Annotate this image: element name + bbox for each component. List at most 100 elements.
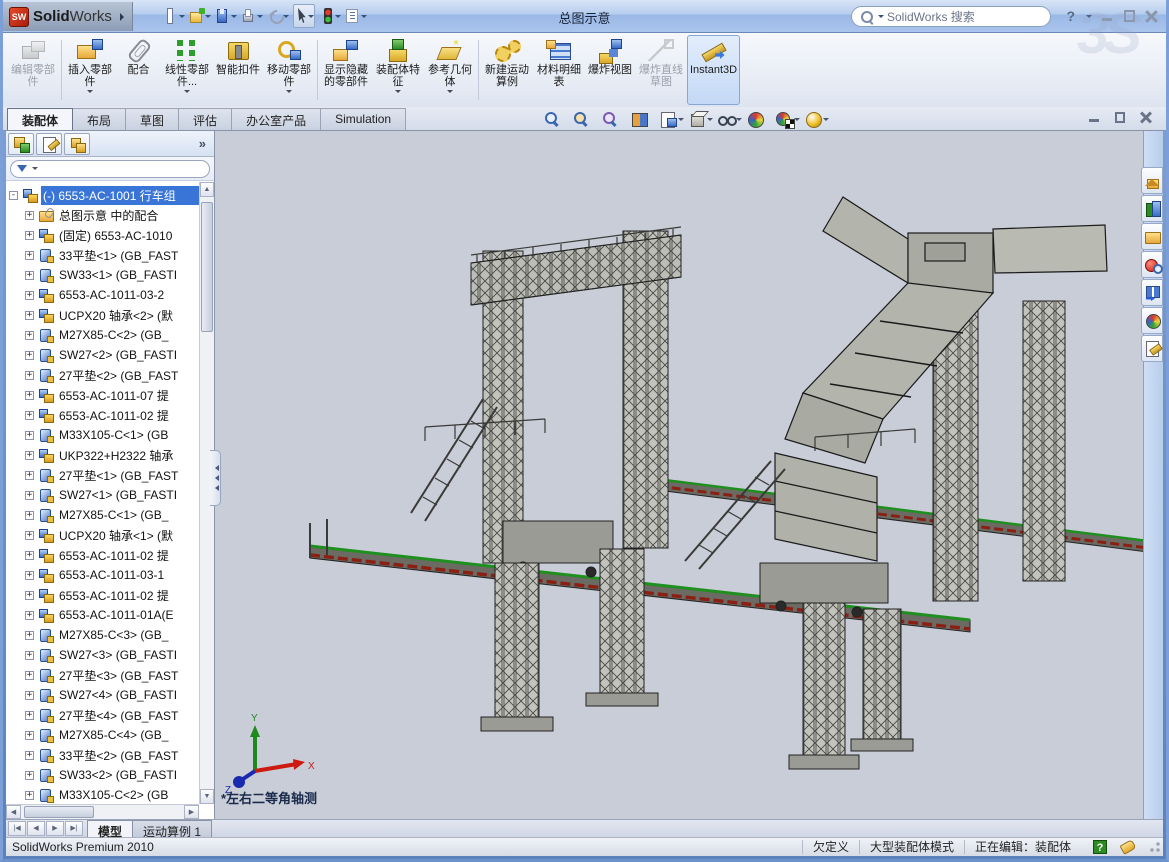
panel-tab[interactable] (64, 133, 90, 155)
tree-item[interactable]: + SW27<1> (GB_FASTI (6, 485, 199, 505)
scroll-thumb[interactable] (24, 806, 94, 818)
tree-item[interactable]: + SW27<3> (GB_FASTI (6, 645, 199, 665)
ribbon-button[interactable]: Instant3D (687, 35, 740, 105)
dropdown-arrow-icon[interactable] (678, 110, 685, 128)
ribbon-button[interactable]: 参考几何体 (424, 35, 476, 105)
dropdown-arrow-icon[interactable] (736, 110, 743, 128)
dropdown-arrow-icon[interactable] (447, 90, 453, 96)
ribbon-button[interactable]: 显示隐藏的零部件 (320, 35, 372, 105)
view-tool-button[interactable] (746, 110, 772, 128)
tab-nav-button[interactable]: |◀ (8, 821, 26, 836)
task-pane-tab[interactable] (1141, 251, 1163, 278)
expand-toggle[interactable]: + (25, 291, 34, 300)
tree-item[interactable]: + 总图示意 中的配合 (6, 205, 199, 225)
left-crane-tower[interactable] (471, 227, 681, 563)
tree-item[interactable]: + SW27<2> (GB_FASTI (6, 345, 199, 365)
command-tab[interactable]: 办公室产品 (231, 108, 321, 130)
expand-toggle[interactable]: + (25, 631, 34, 640)
resize-grip[interactable] (1148, 841, 1161, 854)
tree-item[interactable]: + 27平垫<3> (GB_FAST (6, 665, 199, 685)
task-pane-tab[interactable] (1141, 335, 1163, 362)
dropdown-arrow-icon[interactable] (286, 90, 292, 96)
expand-toggle[interactable]: + (25, 311, 34, 320)
tag-icon[interactable] (1119, 840, 1135, 854)
tab-nav-button[interactable]: ◀ (27, 821, 45, 836)
expand-toggle[interactable]: + (25, 351, 34, 360)
search-box[interactable]: SolidWorks 搜索 (851, 6, 1051, 27)
dropdown-arrow-icon[interactable] (707, 110, 714, 128)
expand-toggle[interactable]: + (25, 211, 34, 220)
command-tab[interactable]: 评估 (178, 108, 232, 130)
tree-item[interactable]: + 6553-AC-1011-07 提 (6, 385, 199, 405)
panel-overflow-chevron[interactable]: » (199, 136, 206, 151)
tab-nav-button[interactable]: ▶ (46, 821, 64, 836)
quick-tips-icon[interactable]: ? (1093, 840, 1107, 854)
scroll-down-arrow[interactable]: ▼ (200, 789, 214, 804)
tree-item[interactable]: + M33X105-C<2> (GB (6, 785, 199, 804)
tree-horizontal-scrollbar[interactable]: ◀ ▶ (6, 804, 199, 819)
task-pane-tab[interactable] (1141, 167, 1163, 194)
tree-item[interactable]: + M27X85-C<4> (GB_ (6, 725, 199, 745)
tree-item[interactable]: + M33X105-C<1> (GB (6, 425, 199, 445)
ribbon-button[interactable]: 移动零部件 (263, 35, 315, 105)
dropdown-arrow-icon[interactable] (794, 110, 801, 128)
document-close-button[interactable] (1140, 112, 1152, 123)
view-tool-button[interactable] (572, 110, 598, 128)
ribbon-button[interactable]: 装配体特征 (372, 35, 424, 105)
dropdown-arrow-icon[interactable] (765, 110, 772, 128)
tree-item[interactable]: + M27X85-C<2> (GB_ (6, 325, 199, 345)
search-dropdown-arrow-icon[interactable] (878, 15, 884, 21)
dropdown-arrow-icon[interactable] (649, 110, 656, 128)
document-minimize-button[interactable] (1088, 112, 1100, 123)
tree-item[interactable]: + SW27<4> (GB_FASTI (6, 685, 199, 705)
expand-toggle[interactable]: + (25, 251, 34, 260)
dropdown-arrow-icon[interactable] (591, 110, 598, 128)
filter-dropdown-arrow-icon[interactable] (32, 167, 38, 173)
ribbon-button[interactable]: 材料明细表 (533, 35, 585, 105)
task-pane-tab[interactable] (1141, 223, 1163, 250)
scroll-up-arrow[interactable]: ▲ (200, 182, 214, 197)
tree-item[interactable]: + M27X85-C<3> (GB_ (6, 625, 199, 645)
tree-item[interactable]: + 33平垫<2> (GB_FAST (6, 745, 199, 765)
ribbon-button[interactable]: 编辑零部件 (7, 35, 59, 105)
expand-toggle[interactable]: + (25, 411, 34, 420)
tree-item[interactable]: + (固定) 6553-AC-1010 (6, 225, 199, 245)
view-tool-button[interactable] (775, 110, 801, 128)
expand-toggle[interactable]: + (25, 531, 34, 540)
ribbon-button[interactable]: 线性零部件... (161, 35, 213, 105)
view-tool-button[interactable] (804, 110, 830, 128)
dropdown-arrow-icon[interactable] (87, 90, 93, 96)
view-tool-button[interactable] (717, 110, 743, 128)
expand-toggle[interactable]: + (25, 591, 34, 600)
expand-toggle[interactable]: + (25, 451, 34, 460)
expand-toggle[interactable]: + (25, 511, 34, 520)
expand-toggle[interactable]: + (25, 731, 34, 740)
task-pane-tab[interactable] (1141, 195, 1163, 222)
expand-toggle[interactable]: + (25, 671, 34, 680)
dropdown-arrow-icon[interactable] (620, 110, 627, 128)
tree-item[interactable]: + 27平垫<2> (GB_FAST (6, 365, 199, 385)
ribbon-button[interactable]: 配合 (116, 35, 161, 105)
tree-item[interactable]: + 33平垫<1> (GB_FAST (6, 245, 199, 265)
close-button[interactable] (1145, 10, 1158, 22)
task-pane-tab[interactable] (1141, 279, 1163, 306)
expand-toggle[interactable]: + (25, 371, 34, 380)
tree-item[interactable]: + M27X85-C<1> (GB_ (6, 505, 199, 525)
tree-item[interactable]: + UCPX20 轴承<1> (默 (6, 525, 199, 545)
scroll-thumb[interactable] (201, 202, 213, 332)
panel-tab[interactable] (36, 133, 62, 155)
scroll-left-arrow[interactable]: ◀ (6, 805, 21, 819)
dropdown-arrow-icon[interactable] (184, 90, 190, 96)
document-restore-button[interactable] (1114, 112, 1126, 123)
expand-toggle[interactable]: + (25, 431, 34, 440)
panel-tab[interactable] (8, 133, 34, 155)
view-tool-button[interactable] (601, 110, 627, 128)
tree-item[interactable]: + 6553-AC-1011-03-2 (6, 285, 199, 305)
tab-nav-button[interactable]: ▶| (65, 821, 83, 836)
expand-toggle[interactable]: + (25, 391, 34, 400)
expand-toggle[interactable]: + (25, 711, 34, 720)
expand-toggle[interactable]: + (25, 271, 34, 280)
expand-toggle[interactable]: + (25, 751, 34, 760)
rear-rail-beam[interactable] (633, 476, 1148, 552)
expand-toggle[interactable]: + (25, 231, 34, 240)
